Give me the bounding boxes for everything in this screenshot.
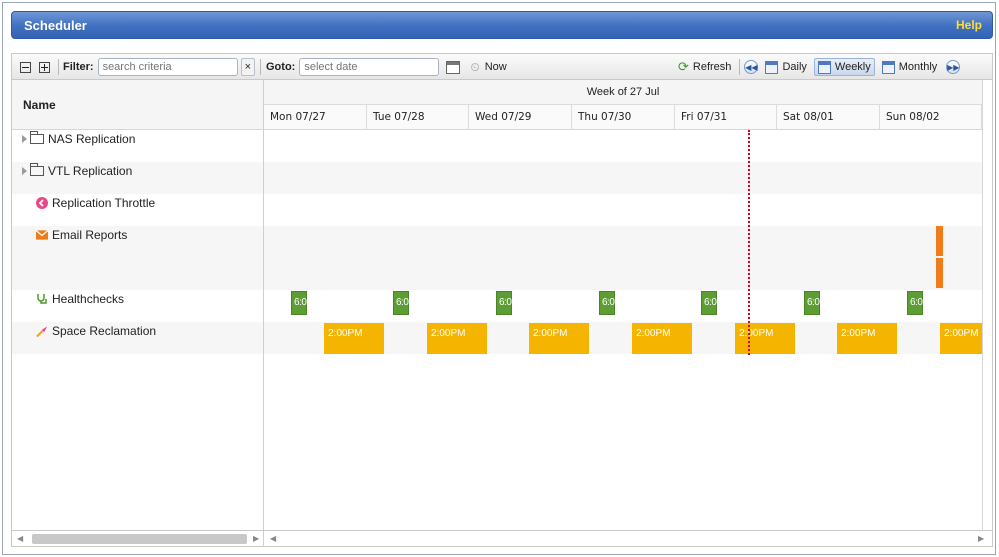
help-link[interactable]: Help <box>956 18 982 32</box>
filter-input[interactable] <box>97 58 238 76</box>
row-label: NAS Replication <box>48 132 136 146</box>
scheduler-window: Scheduler Help Filter: × Goto: ⏲ Now ⟳ R… <box>2 2 996 555</box>
throttle-icon <box>36 197 48 209</box>
toolbar-separator <box>58 59 59 75</box>
email-report-event[interactable] <box>936 226 943 256</box>
timeline-scroll-left-icon[interactable]: ◀ <box>270 534 276 543</box>
refresh-icon: ⟳ <box>678 59 689 74</box>
now-button[interactable]: ⏲ Now <box>466 58 510 76</box>
email-report-event[interactable] <box>936 258 943 288</box>
daily-calendar-icon <box>765 60 779 74</box>
refresh-label: Refresh <box>692 61 732 73</box>
space-reclamation-event[interactable]: 2:00PM <box>940 323 982 354</box>
healthcheck-event[interactable]: 6:0 <box>291 291 307 315</box>
space-reclamation-event[interactable]: 2:00PM <box>837 323 897 354</box>
healthcheck-event[interactable]: 6:0 <box>496 291 512 315</box>
healthcheck-event[interactable]: 6:0 <box>599 291 615 315</box>
row-label: Replication Throttle <box>52 196 156 210</box>
reclaim-icon <box>36 325 48 337</box>
day-header: Sat 08/01 <box>777 105 880 130</box>
tree-row-replication-throttle[interactable]: Replication Throttle <box>12 187 264 219</box>
space-reclamation-event[interactable]: 2:00PM <box>735 323 795 354</box>
previous-period-button[interactable]: ◀◀ <box>744 60 759 74</box>
weekly-calendar-icon <box>817 60 831 74</box>
weekly-view-button[interactable]: Weekly <box>813 58 875 76</box>
healthcheck-event[interactable]: 6:0 <box>907 291 923 315</box>
expand-all-button[interactable] <box>35 58 54 76</box>
healthcheck-event[interactable]: 6:0 <box>804 291 820 315</box>
healthcheck-event[interactable]: 6:0 <box>393 291 409 315</box>
next-period-button[interactable]: ▶▶ <box>946 60 961 74</box>
timeline-scroll-right-icon[interactable]: ▶ <box>978 534 984 543</box>
monthly-label: Monthly <box>898 61 938 73</box>
goto-date-input[interactable] <box>299 58 440 76</box>
collapse-all-button[interactable] <box>16 58 35 76</box>
clock-icon: ⏲ <box>470 59 480 74</box>
calendar-icon <box>446 60 461 74</box>
current-time-indicator <box>748 130 750 355</box>
tree-row-nas-replication[interactable]: NAS Replication <box>12 123 264 155</box>
daily-view-button[interactable]: Daily <box>761 58 810 76</box>
tree-row-healthchecks[interactable]: Healthchecks <box>12 283 264 315</box>
healthcheck-event[interactable]: 6:0 <box>701 291 717 315</box>
day-header: Tue 07/28 <box>367 105 469 130</box>
day-header: Mon 07/27 <box>264 105 367 130</box>
toolbar-separator <box>260 59 261 75</box>
row-label: Space Reclamation <box>52 324 157 338</box>
day-header: Sun 08/02 <box>880 105 982 130</box>
refresh-button[interactable]: ⟳ Refresh <box>674 58 735 76</box>
toolbar-separator <box>739 59 741 75</box>
rewind-icon: ◀◀ <box>745 62 758 72</box>
scrollbar-divider <box>263 531 264 547</box>
scroll-left-icon[interactable]: ◀ <box>17 534 23 543</box>
row-label: VTL Replication <box>48 164 133 178</box>
day-header: Wed 07/29 <box>469 105 572 130</box>
scrollbar-thumb[interactable] <box>32 534 247 544</box>
fast-forward-icon: ▶▶ <box>947 62 960 72</box>
day-header: Fri 07/31 <box>675 105 777 130</box>
scroll-right-icon[interactable]: ▶ <box>253 534 259 543</box>
folder-icon <box>30 163 44 176</box>
monthly-view-button[interactable]: Monthly <box>878 58 942 76</box>
space-reclamation-event[interactable]: 2:00PM <box>529 323 589 354</box>
expand-arrow-icon[interactable] <box>22 167 27 175</box>
space-reclamation-event[interactable]: 2:00PM <box>324 323 384 354</box>
clear-filter-button[interactable]: × <box>240 58 255 76</box>
schedule-grid: Name Week of 27 Jul Mon 07/27 Tue 07/28 … <box>11 79 993 531</box>
row-label: Email Reports <box>52 228 128 242</box>
week-header: Week of 27 Jul <box>264 80 982 105</box>
email-icon <box>36 229 48 241</box>
expand-icon <box>39 61 50 73</box>
space-reclamation-event[interactable]: 2:00PM <box>632 323 692 354</box>
space-reclamation-event[interactable]: 2:00PM <box>427 323 487 354</box>
weekly-label: Weekly <box>834 61 871 73</box>
name-header-label: Name <box>23 98 56 112</box>
folder-icon <box>30 131 44 144</box>
now-label: Now <box>484 61 507 73</box>
filter-label: Filter: <box>63 61 94 73</box>
collapse-icon <box>20 61 31 73</box>
window-title: Scheduler <box>24 18 87 33</box>
daily-label: Daily <box>782 61 807 73</box>
title-bar: Scheduler Help <box>11 11 993 39</box>
tree-row-space-reclamation[interactable]: Space Reclamation <box>12 315 264 347</box>
stethoscope-icon <box>36 293 48 305</box>
toolbar: Filter: × Goto: ⏲ Now ⟳ Refresh ◀◀ Daily <box>11 53 993 79</box>
monthly-calendar-icon <box>881 60 895 74</box>
tree-row-vtl-replication[interactable]: VTL Replication <box>12 155 264 187</box>
goto-label: Goto: <box>266 61 296 73</box>
date-picker-button[interactable] <box>442 58 464 76</box>
row-label: Healthchecks <box>52 292 125 306</box>
grid-right-edge <box>982 80 992 530</box>
expand-arrow-icon[interactable] <box>22 135 27 143</box>
tree-row-email-reports[interactable]: Email Reports <box>12 219 264 251</box>
day-header: Thu 07/30 <box>572 105 675 130</box>
horizontal-scrollbar[interactable]: ◀ ▶ ◀ ▶ <box>11 531 993 547</box>
